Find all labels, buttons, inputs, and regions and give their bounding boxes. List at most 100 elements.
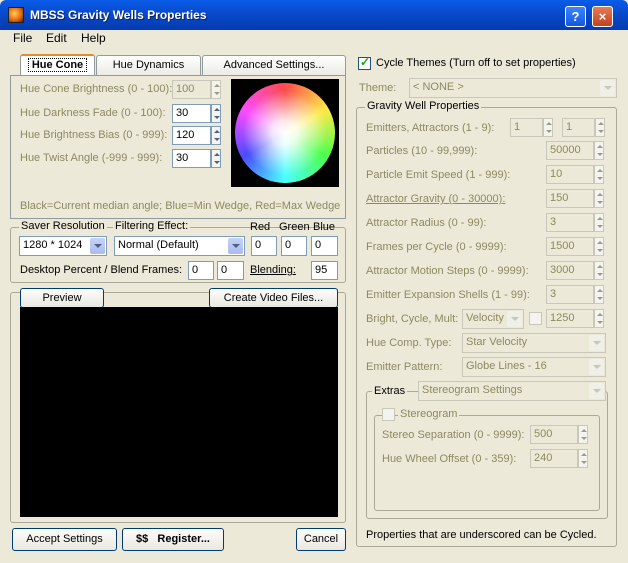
cycle-themes-checkbox[interactable] bbox=[358, 55, 371, 70]
help-button[interactable]: ? bbox=[565, 6, 586, 27]
emitter-expansion-shells-input[interactable]: 3 bbox=[546, 285, 594, 304]
resolution-value: 1280 * 1024 bbox=[23, 239, 83, 251]
filtering-effect-label: Filtering Effect: bbox=[113, 220, 191, 232]
emitters-input[interactable]: 1 bbox=[510, 118, 543, 137]
hue-darkness-fade-label: Hue Darkness Fade (0 - 100): bbox=[20, 107, 166, 119]
close-button[interactable]: × bbox=[592, 6, 613, 27]
hue-legend: Black=Current median angle; Blue=Min Wed… bbox=[20, 200, 341, 212]
tab-hue-cone[interactable]: Hue Cone bbox=[20, 54, 95, 75]
emitter-pattern-select[interactable]: Globe Lines - 16 bbox=[462, 357, 606, 377]
title-bar[interactable]: MBSS Gravity Wells Properties ? × bbox=[0, 0, 628, 30]
hue-cone-brightness-input[interactable]: 100 bbox=[172, 80, 211, 99]
particle-emit-speed-input[interactable]: 10 bbox=[546, 165, 594, 184]
particles-input[interactable]: 50000 bbox=[546, 141, 594, 160]
filtering-effect-select[interactable]: Normal (Default) bbox=[114, 236, 245, 256]
hue-wheel-offset-input[interactable]: 240 bbox=[530, 449, 578, 468]
attractor-radius-input[interactable]: 3 bbox=[546, 213, 594, 232]
preview-canvas[interactable] bbox=[20, 307, 338, 517]
attractor-motion-steps-spinner[interactable] bbox=[594, 261, 604, 280]
attractor-motion-steps-input[interactable]: 3000 bbox=[546, 261, 594, 280]
hue-cone-brightness-spinner[interactable] bbox=[211, 80, 221, 99]
stereogram-label: Stereogram bbox=[398, 408, 460, 420]
theme-select[interactable]: < NONE > bbox=[409, 78, 617, 98]
blend-frames-input[interactable]: 0 bbox=[217, 261, 244, 280]
menu-help[interactable]: Help bbox=[81, 31, 106, 45]
blue-input[interactable]: 0 bbox=[311, 236, 338, 256]
hue-twist-angle-input[interactable]: 30 bbox=[172, 149, 211, 168]
hue-wheel-offset-spinner[interactable] bbox=[578, 449, 588, 468]
emitter-expansion-shells-label: Emitter Expansion Shells (1 - 99): bbox=[366, 289, 530, 301]
chevron-down-icon[interactable] bbox=[589, 383, 604, 399]
hue-comp-type-select[interactable]: Star Velocity bbox=[462, 333, 606, 353]
register-button[interactable]: $$ Register... bbox=[122, 528, 224, 551]
theme-label: Theme: bbox=[359, 82, 397, 94]
hue-darkness-fade-input[interactable]: 30 bbox=[172, 104, 211, 123]
particles-label: Particles (10 - 99,999): bbox=[366, 145, 478, 157]
tab-hue-dynamics[interactable]: Hue Dynamics bbox=[96, 55, 201, 75]
bright-cycle-select[interactable]: Velocity bbox=[462, 309, 524, 329]
accept-settings-button[interactable]: Accept Settings bbox=[12, 528, 117, 551]
chevron-down-icon[interactable] bbox=[507, 311, 522, 327]
hue-brightness-bias-spinner[interactable] bbox=[211, 126, 221, 145]
bright-cycle-mult-label: Bright, Cycle, Mult: bbox=[366, 313, 459, 325]
frames-per-cycle-input[interactable]: 1500 bbox=[546, 237, 594, 256]
emitters-spinner[interactable] bbox=[543, 118, 553, 137]
hue-wheel-offset-label: Hue Wheel Offset (0 - 359): bbox=[382, 453, 517, 465]
desktop-percent-label: Desktop Percent / Blend Frames: bbox=[20, 264, 183, 276]
resolution-select[interactable]: 1280 * 1024 bbox=[19, 236, 107, 256]
menu-edit[interactable]: Edit bbox=[46, 31, 67, 45]
chevron-down-icon[interactable] bbox=[589, 359, 604, 375]
attractor-motion-steps-label: Attractor Motion Steps (0 - 9999): bbox=[366, 265, 529, 277]
saver-resolution-label: Saver Resolution bbox=[19, 220, 107, 232]
particles-spinner[interactable] bbox=[594, 141, 604, 160]
attractors-spinner[interactable] bbox=[595, 118, 605, 137]
hue-brightness-bias-label: Hue Brightness Bias (0 - 999): bbox=[20, 129, 168, 141]
gravity-well-title: Gravity Well Properties bbox=[365, 100, 482, 112]
green-input[interactable]: 0 bbox=[281, 236, 307, 256]
attractors-input[interactable]: 1 bbox=[562, 118, 595, 137]
green-label: Green bbox=[279, 221, 310, 233]
chevron-down-icon[interactable] bbox=[228, 238, 243, 254]
hue-brightness-bias-input[interactable]: 120 bbox=[172, 126, 211, 145]
window-title: MBSS Gravity Wells Properties bbox=[30, 8, 207, 22]
frames-per-cycle-spinner[interactable] bbox=[594, 237, 604, 256]
hue-twist-angle-spinner[interactable] bbox=[211, 149, 221, 168]
bright-mult-spinner[interactable] bbox=[594, 309, 604, 328]
blending-label: Blending: bbox=[250, 264, 296, 276]
stereo-separation-input[interactable]: 500 bbox=[530, 425, 578, 444]
emitter-expansion-shells-spinner[interactable] bbox=[594, 285, 604, 304]
app-icon bbox=[8, 7, 24, 23]
red-input[interactable]: 0 bbox=[251, 236, 277, 256]
blending-input[interactable]: 95 bbox=[311, 261, 338, 280]
preview-button[interactable]: Preview bbox=[20, 288, 104, 308]
stereogram-checkbox[interactable] bbox=[382, 408, 395, 421]
tab-advanced-settings[interactable]: Advanced Settings... bbox=[202, 55, 346, 75]
emitter-pattern-label: Emitter Pattern: bbox=[366, 361, 443, 373]
chevron-down-icon[interactable] bbox=[90, 238, 105, 254]
stereo-separation-spinner[interactable] bbox=[578, 425, 588, 444]
chevron-down-icon[interactable] bbox=[600, 80, 615, 96]
hue-comp-type-label: Hue Comp. Type: bbox=[366, 337, 452, 349]
create-video-files-button[interactable]: Create Video Files... bbox=[209, 288, 338, 308]
attractor-radius-label: Attractor Radius (0 - 99): bbox=[366, 217, 487, 229]
bright-mult-checkbox[interactable] bbox=[529, 312, 542, 325]
bright-cycle-value: Velocity bbox=[466, 312, 504, 324]
chevron-down-icon[interactable] bbox=[589, 335, 604, 351]
particle-emit-speed-spinner[interactable] bbox=[594, 165, 604, 184]
extras-label: Extras bbox=[372, 385, 408, 397]
menu-file[interactable]: File bbox=[13, 31, 32, 45]
particle-emit-speed-label: Particle Emit Speed (1 - 999): bbox=[366, 169, 511, 181]
hue-darkness-fade-spinner[interactable] bbox=[211, 104, 221, 123]
attractor-radius-spinner[interactable] bbox=[594, 213, 604, 232]
extras-select[interactable]: Stereogram Settings bbox=[418, 381, 606, 401]
cancel-button[interactable]: Cancel bbox=[296, 528, 346, 551]
attractor-gravity-input[interactable]: 150 bbox=[546, 189, 594, 208]
cycle-themes-label: Cycle Themes (Turn off to set properties… bbox=[376, 57, 576, 69]
emitters-attractors-label: Emitters, Attractors (1 - 9): bbox=[366, 122, 495, 134]
bright-mult-input[interactable]: 1250 bbox=[546, 309, 594, 328]
attractor-gravity-spinner[interactable] bbox=[594, 189, 604, 208]
desktop-percent-input[interactable]: 0 bbox=[188, 261, 214, 280]
frames-per-cycle-label: Frames per Cycle (0 - 9999): bbox=[366, 241, 507, 253]
hue-twist-angle-label: Hue Twist Angle (-999 - 999): bbox=[20, 152, 163, 164]
hue-comp-type-value: Star Velocity bbox=[466, 336, 528, 348]
